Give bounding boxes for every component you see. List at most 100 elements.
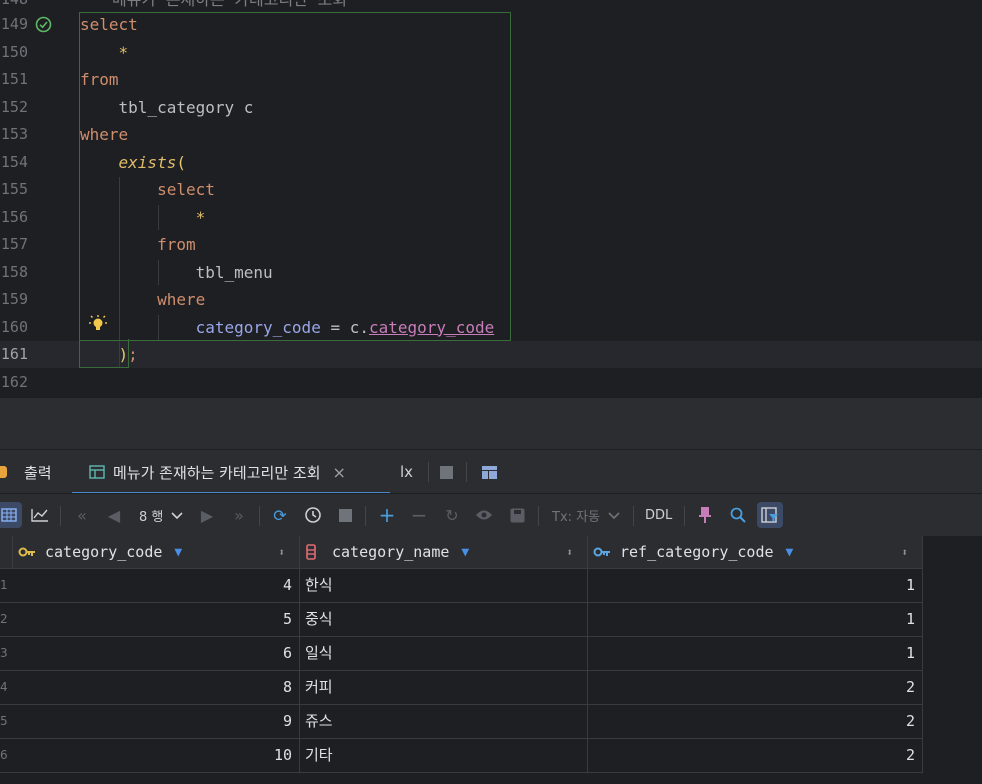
panel-divider[interactable]	[0, 397, 982, 450]
row-number: 1	[0, 578, 8, 592]
line-number: 156	[0, 207, 28, 226]
row-number: 3	[0, 646, 8, 660]
cell-category-code[interactable]: 8	[13, 671, 300, 704]
row-number: 5	[0, 714, 8, 728]
services-tab-bar: 출력 메뉴가 존재하는 카테고리만 조회 × lx	[0, 449, 982, 494]
sort-icon[interactable]: ⬍	[566, 546, 573, 559]
transaction-mode-label: Tx: 자동	[552, 510, 601, 525]
column-icon	[305, 544, 325, 560]
cell-ref-category-code[interactable]: 1	[588, 637, 923, 670]
results-grid: category_code ▼ ⬍ category_name ▼ ⬍ ref_…	[0, 536, 982, 784]
sort-icon[interactable]: ⬍	[278, 546, 285, 559]
divider	[633, 506, 634, 526]
last-page-icon[interactable]: »	[226, 502, 252, 528]
line-number: 155	[0, 180, 28, 198]
line-number: 151	[0, 70, 28, 88]
save-icon[interactable]	[504, 502, 530, 528]
cell-category-code[interactable]: 6	[13, 637, 300, 670]
line-number: 161	[0, 345, 28, 363]
tx-icon[interactable]: lx	[400, 450, 420, 494]
execution-success-icon[interactable]	[35, 16, 52, 33]
row-count-dropdown[interactable]: 8 행	[139, 494, 183, 537]
cell-ref-category-code[interactable]: 2	[588, 705, 923, 738]
cell-ref-category-code[interactable]: 2	[588, 671, 923, 704]
ddl-button[interactable]: DDL	[645, 494, 672, 537]
filter-icon[interactable]: ▼	[461, 545, 469, 560]
search-icon[interactable]	[725, 502, 751, 528]
pin-icon[interactable]	[692, 502, 718, 528]
delete-row-icon[interactable]: −	[406, 502, 432, 528]
line-number: 160	[0, 317, 28, 336]
table-row[interactable]: 3 6 일식 1	[0, 637, 923, 671]
editor-line[interactable]: 162	[0, 369, 982, 396]
filter-view-icon[interactable]	[757, 502, 783, 528]
first-page-icon[interactable]: «	[69, 502, 95, 528]
cell-category-name[interactable]: 쥬스	[300, 705, 588, 738]
filter-icon[interactable]: ▼	[174, 545, 182, 560]
grid-view-icon[interactable]	[0, 502, 22, 528]
sort-icon[interactable]: ⬍	[901, 546, 908, 559]
filter-icon[interactable]: ▼	[786, 545, 794, 560]
tab-query-result-label: 메뉴가 존재하는 카테고리만 조회	[113, 463, 321, 482]
table-row[interactable]: 5 9 쥬스 2	[0, 705, 923, 739]
row-number-header	[0, 536, 13, 569]
divider	[538, 506, 539, 526]
cell-category-name[interactable]: 일식	[300, 637, 588, 670]
divider	[684, 506, 685, 526]
line-number: 158	[0, 262, 28, 281]
column-header-category-name[interactable]: category_name ▼ ⬍	[300, 536, 588, 569]
cell-category-name[interactable]: 기타	[300, 739, 588, 772]
previous-page-icon[interactable]: ◀	[101, 502, 127, 528]
next-page-icon[interactable]: ▶	[194, 502, 220, 528]
cell-category-code[interactable]: 4	[13, 569, 300, 602]
cell-category-code[interactable]: 9	[13, 705, 300, 738]
divider	[259, 506, 260, 526]
layout-icon[interactable]	[482, 450, 498, 494]
table-row[interactable]: 4 8 커피 2	[0, 671, 923, 705]
tab-output-label: 출력	[24, 463, 52, 482]
cell-ref-category-code[interactable]: 1	[588, 603, 923, 636]
divider	[60, 506, 61, 526]
column-header-category-code[interactable]: category_code ▼ ⬍	[13, 536, 300, 569]
stop-panel-icon[interactable]	[440, 450, 456, 494]
code-token: ;	[128, 345, 138, 364]
tab-query-result[interactable]: 메뉴가 존재하는 카테고리만 조회 ×	[72, 450, 390, 494]
editor-line[interactable]: 161 );	[0, 341, 982, 368]
divider	[466, 462, 467, 482]
tab-output[interactable]: 출력	[0, 450, 70, 494]
table-row[interactable]: 6 10 기타 2	[0, 739, 923, 773]
cell-category-name[interactable]: 한식	[300, 569, 588, 602]
cell-category-code[interactable]: 10	[13, 739, 300, 772]
line-number: 150	[0, 42, 28, 61]
results-toolbar: « ◀ 8 행 ▶ » ⟳ + − ↻ Tx: 자동 DDL	[0, 493, 982, 537]
chart-view-icon[interactable]	[27, 502, 53, 528]
row-number: 4	[0, 680, 8, 694]
output-icon	[0, 466, 7, 478]
revert-icon[interactable]: ↻	[439, 502, 465, 528]
preview-icon[interactable]	[471, 502, 497, 528]
chevron-down-icon	[171, 511, 183, 519]
statement-highlight-tail	[79, 339, 129, 368]
line-number: 154	[0, 152, 28, 171]
column-header-ref-category-code[interactable]: ref_category_code ▼ ⬍	[588, 536, 923, 569]
close-icon[interactable]: ×	[333, 463, 346, 482]
cell-ref-category-code[interactable]: 2	[588, 739, 923, 772]
add-row-icon[interactable]: +	[374, 502, 400, 528]
foreign-key-icon	[593, 546, 613, 558]
transaction-mode-dropdown[interactable]: Tx: 자동	[552, 494, 620, 537]
chevron-down-icon	[608, 511, 620, 519]
line-number: 149	[0, 15, 28, 33]
sql-editor[interactable]: 148 메뉴가 존재하는 카테고리만 조회 149select150 *151f…	[0, 0, 982, 397]
refresh-icon[interactable]: ⟳	[267, 502, 293, 528]
cell-category-code[interactable]: 5	[13, 603, 300, 636]
row-number: 2	[0, 612, 8, 626]
lightbulb-icon[interactable]	[88, 314, 108, 334]
stop-icon[interactable]	[332, 502, 358, 528]
line-number: 152	[0, 97, 28, 116]
cell-ref-category-code[interactable]: 1	[588, 569, 923, 602]
history-icon[interactable]	[300, 502, 326, 528]
table-row[interactable]: 2 5 중식 1	[0, 603, 923, 637]
cell-category-name[interactable]: 중식	[300, 603, 588, 636]
table-row[interactable]: 1 4 한식 1	[0, 569, 923, 603]
cell-category-name[interactable]: 커피	[300, 671, 588, 704]
